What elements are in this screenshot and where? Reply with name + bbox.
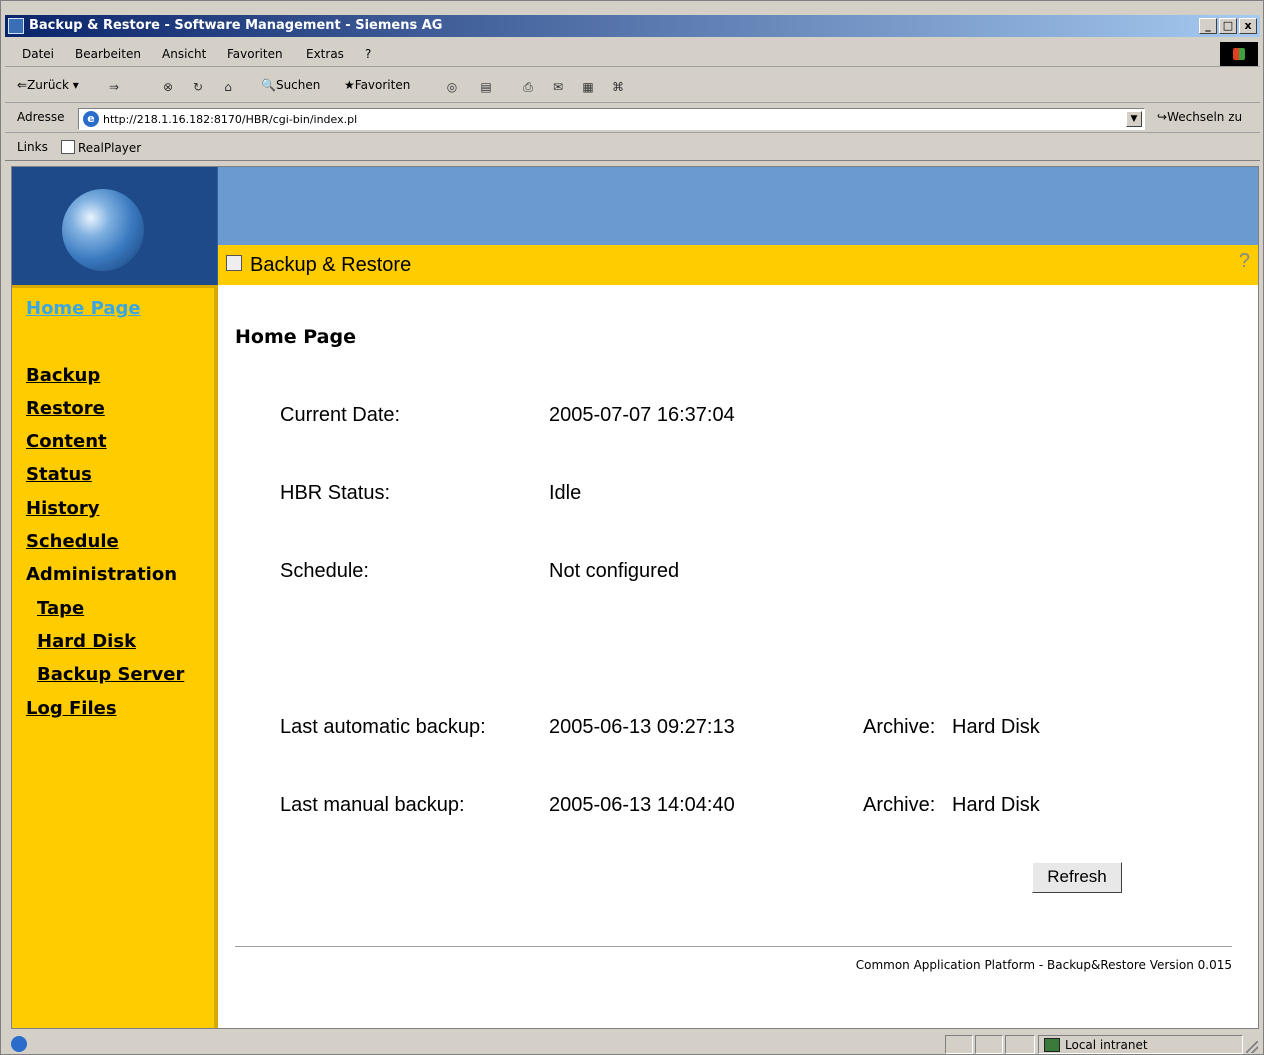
home-icon[interactable]: ⌂: [219, 78, 237, 96]
close-button[interactable]: x: [1239, 18, 1257, 34]
intranet-zone-icon: [1044, 1038, 1060, 1052]
resize-grip[interactable]: [1246, 1041, 1258, 1053]
app-header-title: Backup & Restore: [250, 254, 412, 276]
schedule-label: Schedule:: [280, 560, 369, 582]
windows-logo-icon: [1220, 42, 1258, 66]
app-header: Backup & Restore ?: [218, 245, 1258, 285]
address-field[interactable]: e ▼: [78, 108, 1145, 130]
sidebar-nav: Home Page Backup Restore Content Status …: [12, 285, 218, 1028]
ie-app-icon: [8, 18, 24, 34]
minimize-button[interactable]: _: [1199, 18, 1217, 34]
search-icon: 🔍: [261, 78, 276, 92]
footer-divider: [235, 946, 1232, 947]
refresh-button[interactable]: Refresh: [1032, 862, 1122, 893]
sidebar-item-content[interactable]: Content: [26, 431, 107, 452]
go-button[interactable]: ↪Wechseln zu: [1157, 110, 1242, 124]
search-button[interactable]: 🔍Suchen: [261, 78, 320, 92]
main-content: Home Page Current Date: 2005-07-07 16:37…: [222, 288, 1258, 1028]
go-arrow-icon: ↪: [1157, 110, 1168, 124]
address-bar: Adresse e ▼ ↪Wechseln zu: [5, 105, 1260, 133]
sidebar-item-home-page[interactable]: Home Page: [26, 298, 141, 319]
back-arrow-icon: ⇐: [17, 78, 28, 92]
address-dropdown-button[interactable]: ▼: [1126, 111, 1142, 127]
sidebar-heading-administration: Administration: [26, 564, 178, 585]
address-label: Adresse: [17, 110, 65, 124]
realplayer-label: RealPlayer: [78, 141, 142, 155]
browser-window: Backup & Restore - Software Management -…: [0, 0, 1264, 1055]
status-bar: Local intranet: [5, 1033, 1260, 1055]
history-icon[interactable]: ▤: [477, 78, 495, 96]
last-manual-archive-label: Archive:: [863, 794, 936, 816]
search-label: Suchen: [275, 78, 321, 92]
go-label: Wechseln zu: [1167, 110, 1243, 124]
edit-icon[interactable]: ▦: [579, 78, 597, 96]
logo-panel: [12, 167, 218, 285]
sidebar-item-hard-disk[interactable]: Hard Disk: [37, 631, 136, 652]
menu-help[interactable]: ?: [365, 47, 371, 61]
footer-version: Common Application Platform - Backup&Res…: [855, 958, 1232, 972]
menu-favoriten[interactable]: Favoriten: [227, 47, 283, 61]
sidebar-item-restore[interactable]: Restore: [26, 398, 105, 419]
last-auto-archive-label: Archive:: [863, 716, 936, 738]
realplayer-icon: [61, 140, 75, 154]
last-auto-backup-label: Last automatic backup:: [280, 716, 486, 738]
favorites-icon: ★: [344, 78, 355, 92]
window-title: Backup & Restore - Software Management -…: [29, 18, 443, 33]
hbr-status-label: HBR Status:: [280, 482, 391, 504]
menu-extras[interactable]: Extras: [306, 47, 344, 61]
menu-ansicht[interactable]: Ansicht: [162, 47, 206, 61]
sidebar-item-log-files[interactable]: Log Files: [26, 698, 117, 719]
last-manual-archive-value: Hard Disk: [952, 794, 1040, 816]
mail-icon[interactable]: ✉: [549, 78, 567, 96]
forward-icon[interactable]: ⇒: [105, 78, 123, 96]
back-label: Zurück: [27, 78, 69, 92]
page-title: Home Page: [235, 326, 356, 348]
messenger-icon[interactable]: ⌘: [609, 78, 627, 96]
sidebar-item-backup[interactable]: Backup: [26, 365, 100, 386]
status-cell: [1005, 1035, 1035, 1054]
link-realplayer[interactable]: RealPlayer: [61, 140, 141, 155]
media-icon[interactable]: ◎: [443, 78, 461, 96]
globe-logo-icon: [62, 189, 144, 271]
sidebar-item-tape[interactable]: Tape: [37, 598, 84, 619]
url-input[interactable]: [103, 111, 1123, 127]
help-icon[interactable]: ?: [1239, 250, 1250, 273]
status-ie-icon: [11, 1036, 27, 1052]
hbr-status-value: Idle: [549, 482, 582, 504]
header-banner: [218, 167, 1258, 245]
last-manual-backup-label: Last manual backup:: [280, 794, 465, 816]
current-date-value: 2005-07-07 16:37:04: [549, 404, 735, 426]
favorites-label: Favoriten: [354, 78, 411, 92]
sidebar-item-backup-server[interactable]: Backup Server: [37, 664, 184, 685]
sidebar-item-status[interactable]: Status: [26, 464, 92, 485]
print-icon[interactable]: ⎙: [519, 78, 537, 96]
sidebar-item-history[interactable]: History: [26, 498, 100, 519]
toolbar: ⇐Zurück ▾ ⇒ ⊗ ↻ ⌂ 🔍Suchen ★Favoriten ◎ ▤…: [5, 71, 1260, 103]
menu-datei[interactable]: Datei: [22, 47, 54, 61]
last-auto-archive-value: Hard Disk: [952, 716, 1040, 738]
back-button[interactable]: ⇐Zurück ▾: [17, 78, 79, 92]
last-auto-backup-value: 2005-06-13 09:27:13: [549, 716, 735, 738]
menu-bearbeiten[interactable]: Bearbeiten: [75, 47, 141, 61]
current-date-label: Current Date:: [280, 404, 401, 426]
refresh-icon[interactable]: ↻: [189, 78, 207, 96]
stop-icon[interactable]: ⊗: [159, 78, 177, 96]
links-bar: Links RealPlayer: [5, 135, 1260, 161]
last-manual-backup-value: 2005-06-13 14:04:40: [549, 794, 735, 816]
links-label: Links: [17, 140, 48, 154]
backup-app-icon: [226, 255, 242, 271]
favorites-button[interactable]: ★Favoriten: [344, 78, 410, 92]
title-bar: Backup & Restore - Software Management -…: [5, 15, 1260, 37]
menu-bar: Datei Bearbeiten Ansicht Favoriten Extra…: [5, 41, 1260, 67]
sidebar-item-schedule[interactable]: Schedule: [26, 531, 119, 552]
maximize-button[interactable]: □: [1219, 18, 1237, 34]
zone-label: Local intranet: [1065, 1038, 1148, 1052]
page-icon: e: [83, 111, 99, 127]
status-cell: [945, 1035, 973, 1054]
status-cell: [975, 1035, 1003, 1054]
schedule-value: Not configured: [549, 560, 680, 582]
security-zone: Local intranet: [1038, 1035, 1243, 1054]
page-viewport: Backup & Restore ? Home Page Backup Rest…: [11, 166, 1259, 1029]
